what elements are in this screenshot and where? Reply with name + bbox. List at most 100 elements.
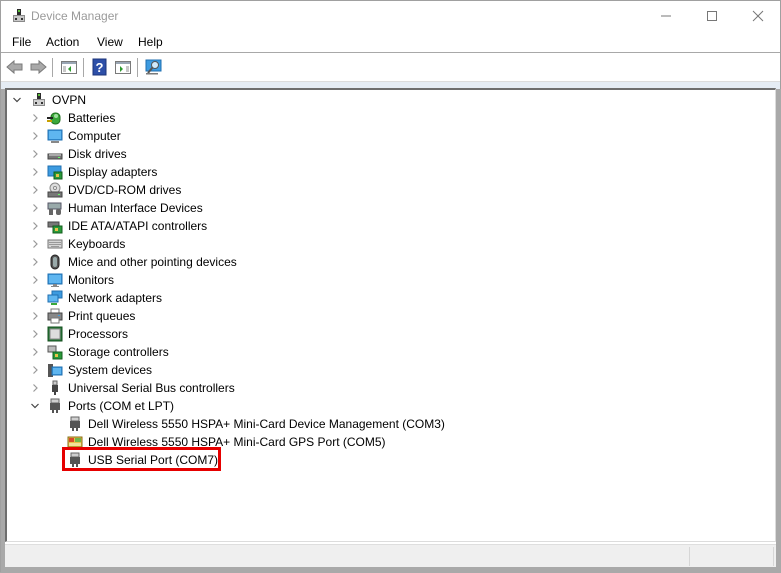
disk-drive-icon bbox=[47, 153, 63, 160]
usb-icon bbox=[52, 380, 58, 395]
tree-category-label: DVD/CD-ROM drives bbox=[68, 183, 182, 197]
mouse-icon bbox=[50, 254, 60, 270]
keyboard-icon bbox=[47, 239, 63, 249]
minimize-button[interactable] bbox=[643, 1, 689, 31]
system-devices-icon bbox=[48, 364, 63, 377]
tree-root-label: OVPN bbox=[52, 93, 87, 107]
svg-text:?: ? bbox=[96, 60, 104, 75]
chevron-right-icon[interactable] bbox=[29, 199, 41, 217]
close-icon bbox=[752, 10, 764, 22]
chevron-right-icon[interactable] bbox=[29, 109, 41, 127]
highlight-annotation-box bbox=[62, 447, 221, 471]
port-device-label: Dell Wireless 5550 HSPA+ Mini-Card Devic… bbox=[88, 417, 445, 431]
device-tree[interactable]: OVPN Batteries Computer Disk drives Display… bbox=[5, 88, 776, 542]
tree-category-label: System devices bbox=[68, 363, 153, 377]
tree-category-universal-serial-bus-controllers[interactable]: Universal Serial Bus controllers bbox=[29, 379, 235, 397]
tree-category-label: Universal Serial Bus controllers bbox=[68, 381, 235, 395]
chevron-down-icon[interactable] bbox=[11, 91, 23, 109]
chevron-right-icon[interactable] bbox=[29, 163, 41, 181]
minimize-icon bbox=[661, 15, 671, 17]
network-adapter-icon bbox=[47, 290, 63, 305]
tree-category-ports-com-et-lpt[interactable]: Ports (COM et LPT) bbox=[29, 397, 174, 415]
window-title: Device Manager bbox=[31, 9, 119, 23]
maximize-icon bbox=[707, 11, 717, 21]
processor-icon bbox=[47, 326, 63, 342]
maximize-button[interactable] bbox=[689, 1, 735, 31]
port-device-com3[interactable]: Dell Wireless 5550 HSPA+ Mini-Card Devic… bbox=[67, 415, 445, 433]
device-manager-icon bbox=[13, 9, 25, 22]
tree-category-storage-controllers[interactable]: Storage controllers bbox=[29, 343, 169, 361]
chevron-right-icon[interactable] bbox=[29, 307, 41, 325]
tree-category-ide-ata-atapi-controllers[interactable]: IDE ATA/ATAPI controllers bbox=[29, 217, 207, 235]
chevron-right-icon[interactable] bbox=[29, 289, 41, 307]
toolbar-separator bbox=[137, 58, 138, 77]
chevron-right-icon[interactable] bbox=[29, 217, 41, 235]
tree-category-label: Processors bbox=[68, 327, 129, 341]
tree-category-mice-and-other-pointing-devices[interactable]: Mice and other pointing devices bbox=[29, 253, 237, 271]
tree-category-computer[interactable]: Computer bbox=[29, 127, 121, 145]
computer-node-icon bbox=[33, 93, 45, 106]
hid-icon bbox=[47, 202, 62, 215]
printer-icon bbox=[47, 308, 63, 324]
port-icon bbox=[50, 398, 60, 413]
close-button[interactable] bbox=[735, 1, 781, 31]
display-adapter-icon bbox=[47, 165, 63, 180]
status-divider bbox=[689, 547, 690, 566]
toolbar: ? bbox=[1, 54, 780, 81]
chevron-right-icon[interactable] bbox=[29, 343, 41, 361]
chevron-right-icon[interactable] bbox=[29, 181, 41, 199]
tree-category-system-devices[interactable]: System devices bbox=[29, 361, 152, 379]
toolbar-separator bbox=[83, 58, 84, 77]
device-manager-window: Device Manager File Action View Help ? O… bbox=[0, 0, 781, 573]
tree-category-dvd-cd-rom-drives[interactable]: DVD/CD-ROM drives bbox=[29, 181, 181, 199]
back-arrow-icon[interactable] bbox=[6, 58, 24, 76]
toolbar-separator bbox=[52, 58, 53, 77]
chevron-right-icon[interactable] bbox=[29, 127, 41, 145]
console-tree-icon[interactable] bbox=[60, 58, 78, 76]
tree-category-label: Ports (COM et LPT) bbox=[68, 399, 175, 413]
chevron-right-icon[interactable] bbox=[29, 361, 41, 379]
tree-category-disk-drives[interactable]: Disk drives bbox=[29, 145, 127, 163]
tree-category-human-interface-devices[interactable]: Human Interface Devices bbox=[29, 199, 203, 217]
status-divider bbox=[773, 547, 774, 566]
tree-category-label: Monitors bbox=[68, 273, 115, 287]
tree-category-label: IDE ATA/ATAPI controllers bbox=[68, 219, 208, 233]
frame-bottom bbox=[1, 567, 781, 573]
menu-action[interactable]: Action bbox=[46, 35, 79, 49]
tree-category-label: Batteries bbox=[68, 111, 116, 125]
storage-controller-icon bbox=[47, 345, 63, 360]
tree-category-monitors[interactable]: Monitors bbox=[29, 271, 114, 289]
title-bar: Device Manager bbox=[1, 1, 780, 32]
tree-category-label: Print queues bbox=[68, 309, 136, 323]
chevron-right-icon[interactable] bbox=[29, 271, 41, 289]
menu-help[interactable]: Help bbox=[138, 35, 163, 49]
menu-file[interactable]: File bbox=[12, 35, 31, 49]
tree-category-label: Network adapters bbox=[68, 291, 163, 305]
menu-view[interactable]: View bbox=[97, 35, 123, 49]
tree-category-print-queues[interactable]: Print queues bbox=[29, 307, 135, 325]
chevron-right-icon[interactable] bbox=[29, 235, 41, 253]
port-icon bbox=[70, 416, 80, 431]
tree-root-ovpn[interactable]: OVPN bbox=[11, 91, 86, 109]
tree-category-label: Mice and other pointing devices bbox=[68, 255, 237, 269]
chevron-right-icon[interactable] bbox=[29, 379, 41, 397]
forward-arrow-icon[interactable] bbox=[29, 58, 47, 76]
monitor-icon bbox=[47, 273, 63, 287]
tree-category-network-adapters[interactable]: Network adapters bbox=[29, 289, 162, 307]
tree-category-keyboards[interactable]: Keyboards bbox=[29, 235, 125, 253]
tree-category-label: Human Interface Devices bbox=[68, 201, 203, 215]
chevron-right-icon[interactable] bbox=[29, 253, 41, 271]
action-pane-icon[interactable] bbox=[114, 58, 132, 76]
status-bar bbox=[5, 544, 776, 567]
chevron-right-icon[interactable] bbox=[29, 325, 41, 343]
help-icon[interactable]: ? bbox=[91, 58, 109, 76]
scan-hardware-icon[interactable] bbox=[145, 58, 163, 76]
chevron-down-icon[interactable] bbox=[29, 397, 41, 415]
tree-category-label: Storage controllers bbox=[68, 345, 169, 359]
computer-icon bbox=[47, 129, 63, 143]
tree-category-processors[interactable]: Processors bbox=[29, 325, 128, 343]
ide-controller-icon bbox=[47, 221, 63, 234]
tree-category-display-adapters[interactable]: Display adapters bbox=[29, 163, 157, 181]
tree-category-batteries[interactable]: Batteries bbox=[29, 109, 115, 127]
chevron-right-icon[interactable] bbox=[29, 145, 41, 163]
